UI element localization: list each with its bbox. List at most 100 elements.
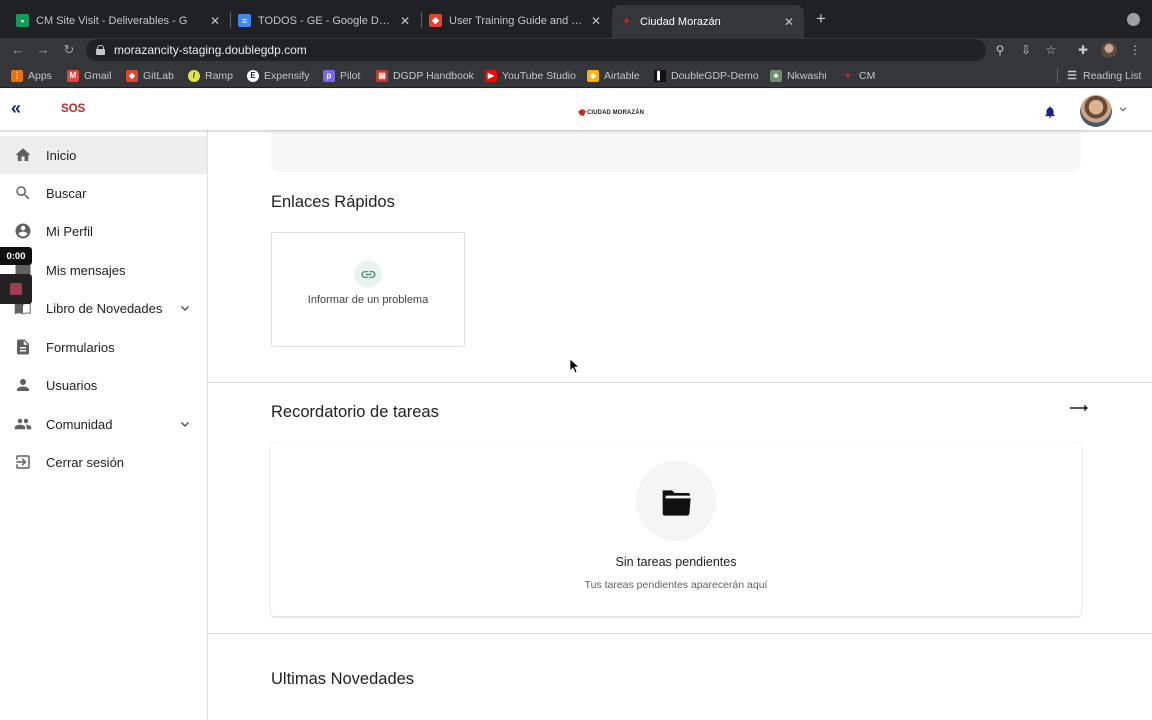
lock-icon	[96, 45, 105, 55]
chevron-down-icon[interactable]	[179, 302, 191, 314]
extensions-icon[interactable]: ✚	[1075, 42, 1091, 58]
bookmark-gitlab[interactable]: ◆ GitLab	[126, 68, 174, 83]
sidebar-item-cerrar-sesion[interactable]: Cerrar sesión	[0, 443, 207, 481]
empty-tasks-title: Sin tareas pendientes	[615, 555, 737, 569]
url-field[interactable]: morazancity-staging.doublegdp.com	[86, 39, 986, 61]
home-icon	[15, 148, 31, 161]
tab-title: Ciudad Morazán	[640, 15, 721, 28]
browser-tab[interactable]: ◆ User Training Guide and Conte ✕	[421, 7, 611, 34]
bookmark-doublegdp-demo[interactable]: ▌ DoubleGDP-Demo	[654, 68, 759, 83]
link-icon	[354, 260, 382, 288]
bookmark-label: Airtable	[604, 69, 640, 82]
sidebar-item-label: Comunidad	[46, 416, 113, 432]
chevron-down-icon[interactable]	[179, 418, 191, 430]
recording-timer: 0:00	[0, 247, 32, 265]
sidebar-item-label: Buscar	[46, 185, 87, 201]
sidebar-item-label: Mis mensajes	[46, 262, 126, 278]
browser-tab-active[interactable]: ✦ Ciudad Morazán ✕	[612, 5, 804, 38]
account-circle-icon	[15, 223, 31, 239]
sidebar-item-label: Cerrar sesión	[46, 454, 125, 470]
url-text: morazancity-staging.doublegdp.com	[114, 43, 307, 57]
collapse-sidebar-icon[interactable]: «	[11, 99, 21, 117]
browser-tab-bar: ▪ CM Site Visit - Deliverables - G ✕ ≡ T…	[0, 0, 1152, 38]
sidebar-item-formularios[interactable]: Formularios	[0, 328, 207, 366]
reading-list-button[interactable]: ☰ Reading List	[1066, 68, 1141, 83]
bookmark-label: YouTube Studio	[502, 69, 576, 82]
tab-title: TODOS - GE - Google Docs	[258, 14, 394, 27]
bookmark-star-icon[interactable]: ☆	[1043, 42, 1059, 58]
sidebar-item-inicio[interactable]: Inicio	[0, 136, 207, 174]
bookmark-nkwashi[interactable]: ♣ Nkwashi	[770, 68, 827, 83]
stop-recording-button[interactable]	[0, 274, 32, 304]
bookmark-label: Apps	[28, 69, 52, 82]
bookmark-gmail[interactable]: M Gmail	[67, 68, 111, 83]
quick-links-title: Enlaces Rápidos	[271, 193, 395, 211]
bookmark-dgdp-handbook[interactable]: ▤ DGDP Handbook	[376, 68, 474, 83]
address-bar: ← → ↻ morazancity-staging.doublegdp.com …	[0, 38, 1152, 63]
tab-title: User Training Guide and Conte	[449, 14, 585, 27]
brand-logo[interactable]: CIUDAD MORAZÁN	[578, 109, 644, 116]
search-icon	[16, 186, 30, 200]
bookmark-label: Gmail	[84, 69, 112, 82]
close-tab-icon[interactable]: ✕	[782, 15, 796, 29]
back-icon[interactable]: ←	[10, 42, 26, 58]
form-icon	[17, 339, 29, 355]
bookmark-cm[interactable]: ✦ CM	[842, 68, 876, 83]
tab-search-icon[interactable]	[1127, 13, 1140, 26]
browser-tab[interactable]: ≡ TODOS - GE - Google Docs ✕	[230, 7, 420, 34]
news-title: Ultimas Novedades	[271, 670, 415, 688]
brand-name: CIUDAD MORAZÁN	[587, 109, 645, 116]
sidebar-item-label: Inicio	[46, 147, 77, 163]
person-icon	[17, 379, 29, 391]
bookmark-airtable[interactable]: ◈ Airtable	[587, 68, 640, 83]
reload-icon[interactable]: ↻	[61, 42, 77, 58]
apps-grid-icon: ⋮	[11, 69, 23, 82]
close-tab-icon[interactable]: ✕	[398, 14, 412, 28]
sidebar-item-label: Libro de Novedades	[46, 300, 163, 316]
browser-menu-icon[interactable]: ⋮	[1127, 42, 1143, 58]
arrow-right-icon[interactable]	[1070, 402, 1088, 414]
close-tab-icon[interactable]: ✕	[208, 14, 222, 28]
new-tab-button[interactable]: +	[812, 10, 830, 28]
folder-open-icon	[662, 490, 691, 516]
bookmark-label: Nkwashi	[787, 69, 827, 82]
browser-profile-avatar[interactable]	[1101, 42, 1117, 58]
sheets-icon: ▪	[16, 14, 29, 27]
app-header: « SOS CIUDAD MORAZÁN	[0, 89, 1152, 130]
user-avatar[interactable]	[1080, 95, 1112, 127]
forward-icon[interactable]: →	[35, 42, 51, 58]
cm-icon: ✦	[844, 71, 852, 80]
bookmarks-bar: ⋮ Apps M Gmail ◆ GitLab / Ramp E Expensify pP…	[0, 63, 1152, 88]
bookmark-expensify[interactable]: E Expensify	[247, 68, 310, 83]
empty-tasks-illustration	[636, 461, 716, 541]
sidebar-item-mi-perfil[interactable]: Mi Perfil	[0, 212, 207, 250]
cm-logo-icon	[578, 109, 586, 116]
sidebar-item-buscar[interactable]: Buscar	[0, 174, 207, 212]
section-divider	[208, 382, 1152, 383]
bookmark-apps[interactable]: ⋮ Apps	[11, 68, 52, 83]
sidebar-item-comunidad[interactable]: Comunidad	[0, 405, 207, 443]
quick-link-report-problem[interactable]: Informar de un problema	[271, 232, 465, 347]
empty-tasks-subtitle: Tus tareas pendientes aparecerán aquí	[584, 579, 768, 591]
location-icon[interactable]: ⚲	[992, 42, 1008, 58]
notifications-bell-icon[interactable]	[1043, 105, 1057, 119]
sos-button[interactable]: SOS	[61, 103, 85, 115]
bookmark-youtube-studio[interactable]: ▶ YouTube Studio	[485, 68, 576, 83]
youtube-icon: ▶	[485, 69, 497, 82]
mouse-cursor-icon	[570, 359, 580, 374]
sidebar-item-label: Mi Perfil	[46, 223, 93, 239]
bookmark-ramp[interactable]: / Ramp	[188, 68, 233, 83]
gitlab-icon: ◆	[126, 69, 138, 82]
tasks-title: Recordatorio de tareas	[271, 403, 439, 421]
tab-title: CM Site Visit - Deliverables - G	[36, 14, 188, 27]
sidebar-item-usuarios[interactable]: Usuarios	[0, 366, 207, 404]
chevron-down-icon[interactable]	[1118, 104, 1128, 114]
bookmark-label: CM	[859, 69, 876, 82]
tasks-card: Sin tareas pendientes Tus tareas pendien…	[271, 443, 1081, 616]
bookmark-pilot[interactable]: p Pilot	[323, 68, 360, 83]
install-icon[interactable]: ⇩	[1018, 42, 1034, 58]
reading-list-icon: ☰	[1067, 70, 1077, 82]
browser-tab[interactable]: ▪ CM Site Visit - Deliverables - G ✕	[8, 7, 230, 34]
close-tab-icon[interactable]: ✕	[589, 14, 603, 28]
bookmark-label: DoubleGDP-Demo	[671, 69, 759, 82]
